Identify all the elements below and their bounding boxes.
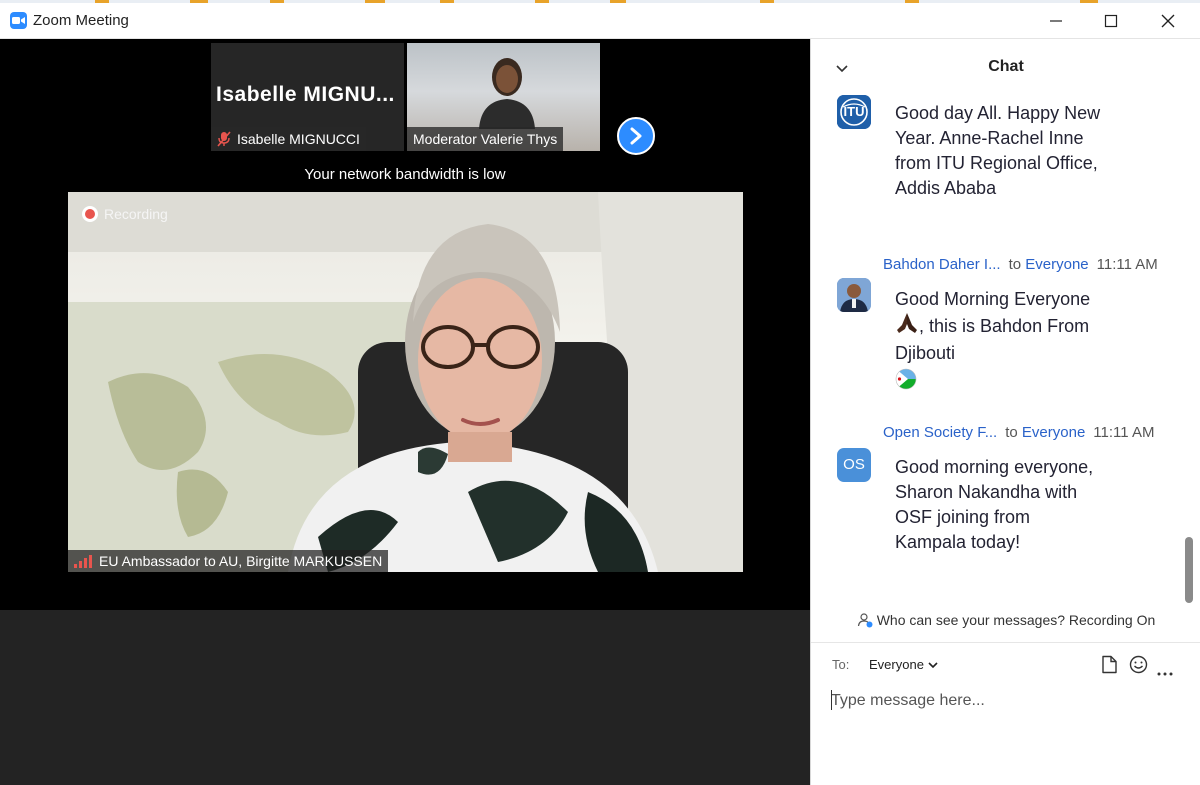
djibouti-flag-icon	[895, 368, 917, 397]
zoom-logo-icon	[10, 12, 27, 29]
close-button[interactable]	[1146, 5, 1190, 37]
chat-panel: Chat ITU Good day All. Happy New Year. A…	[810, 39, 1200, 785]
recipient-select-value: Everyone	[869, 657, 924, 672]
message-recipient: Everyone	[1025, 256, 1089, 273]
speaker-name-text: EU Ambassador to AU, Birgitte MARKUSSEN	[99, 553, 383, 569]
more-options-button[interactable]	[1157, 663, 1173, 681]
chat-message-text-part: , this is Bahdon From Djibouti	[895, 316, 1090, 363]
avatar: OS	[837, 448, 871, 482]
chat-message-header: Bahdon Daher I... to Everyone 11:11 AM	[883, 256, 1158, 273]
recording-label: Recording	[104, 206, 168, 222]
participant-display-name: Isabelle MIGNU...	[216, 83, 395, 106]
next-participants-button[interactable]	[617, 117, 655, 155]
chat-message-text: Good Morning Everyone , this is Bahdon F…	[895, 287, 1105, 397]
participant-thumbnail[interactable]: Isabelle MIGNU... Isabelle MIGNUCCI	[211, 43, 404, 151]
participant-thumbnail[interactable]: Moderator Valerie Thys	[407, 43, 600, 151]
composer-divider	[811, 642, 1200, 643]
emoji-icon	[1129, 655, 1148, 674]
participant-name-label: Moderator Valerie Thys	[407, 127, 564, 151]
participant-name-label: Isabelle MIGNUCCI	[211, 127, 366, 151]
chat-scrollbar[interactable]	[1185, 537, 1193, 603]
participant-video-feed	[479, 58, 535, 129]
message-recipient: Everyone	[1021, 424, 1086, 441]
speaker-video-feed	[68, 192, 743, 572]
to-label: To:	[832, 657, 850, 672]
message-to-word: to	[1005, 424, 1018, 441]
chevron-right-icon	[630, 127, 642, 145]
message-to-word: to	[1008, 256, 1022, 273]
minimize-button[interactable]	[1034, 5, 1078, 37]
maximize-icon	[1104, 14, 1118, 28]
message-input[interactable]	[831, 687, 1181, 715]
recording-indicator: Recording	[82, 206, 168, 222]
emoji-button[interactable]	[1129, 655, 1148, 679]
chat-message-header: Open Society F... to Everyone 11:11 AM	[883, 424, 1154, 441]
maximize-button[interactable]	[1089, 5, 1133, 37]
message-sender[interactable]: Open Society F...	[883, 424, 997, 441]
user-privacy-icon	[857, 613, 873, 628]
video-stage: Isabelle MIGNU... Isabelle MIGNUCCI Mode…	[0, 39, 810, 610]
avatar	[837, 278, 871, 312]
signal-strength-icon	[74, 554, 94, 571]
minimize-icon	[1050, 20, 1062, 22]
user-photo	[837, 278, 871, 312]
praying-hands-icon	[895, 312, 919, 341]
chat-message-text: Good morning everyone, Sharon Nakandha w…	[895, 457, 1094, 552]
chevron-down-icon	[928, 662, 938, 669]
avatar: ITU	[837, 95, 871, 129]
meeting-area: Isabelle MIGNU... Isabelle MIGNUCCI Mode…	[0, 39, 810, 785]
chat-message-text-part: Good Morning Everyone	[895, 289, 1091, 309]
active-speaker-video[interactable]: Recording EU Ambassador to AU, Birgitte …	[68, 192, 743, 572]
more-icon	[1157, 672, 1173, 676]
recipient-select[interactable]: Everyone	[869, 657, 938, 672]
message-time: 11:11 AM	[1096, 256, 1158, 273]
message-sender[interactable]: Bahdon Daher I...	[883, 256, 1001, 273]
participant-name-text: Moderator Valerie Thys	[413, 131, 558, 147]
message-time: 11:11 AM	[1093, 424, 1155, 441]
participant-name-text: Isabelle MIGNUCCI	[237, 131, 360, 148]
speaker-name-label: EU Ambassador to AU, Birgitte MARKUSSEN	[68, 550, 389, 572]
privacy-notice[interactable]: Who can see your messages? Recording On	[811, 612, 1200, 628]
close-icon	[1161, 14, 1175, 28]
recording-icon	[82, 206, 98, 222]
bandwidth-warning: Your network bandwidth is low	[304, 166, 506, 183]
window-titlebar: Zoom Meeting	[0, 3, 1200, 39]
file-share-button[interactable]	[1101, 655, 1118, 679]
muted-mic-icon	[217, 131, 231, 150]
chat-title: Chat	[988, 58, 1024, 75]
chat-message-text: Good day All. Happy New Year. Anne-Rache…	[895, 103, 1101, 198]
file-icon	[1102, 655, 1117, 674]
window-title: Zoom Meeting	[33, 12, 129, 29]
privacy-notice-text: Who can see your messages? Recording On	[876, 612, 1156, 628]
text-caret	[831, 690, 832, 710]
itu-logo-text: ITU	[843, 104, 865, 119]
